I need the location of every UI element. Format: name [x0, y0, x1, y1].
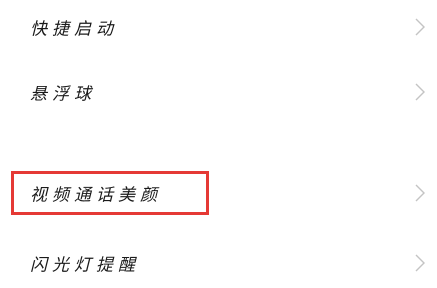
- settings-item-label: 视频通话美颜: [30, 185, 162, 206]
- settings-item-quick-launch[interactable]: 快捷启动: [0, 2, 437, 52]
- settings-item-label: 闪光灯提醒: [30, 255, 140, 276]
- chevron-right-icon: [415, 184, 425, 202]
- section-divider: [0, 128, 437, 162]
- settings-item-floating-ball[interactable]: 悬浮球: [0, 67, 437, 117]
- chevron-right-icon: [415, 254, 425, 272]
- settings-item-flash-reminder[interactable]: 闪光灯提醒: [0, 238, 437, 288]
- chevron-right-icon: [415, 18, 425, 36]
- settings-list: 快捷启动 悬浮球 视频通话美颜 闪光灯提醒: [0, 0, 437, 278]
- settings-item-video-call-beauty[interactable]: 视频通话美颜: [0, 168, 437, 218]
- settings-item-label: 悬浮球: [30, 84, 96, 105]
- chevron-right-icon: [415, 83, 425, 101]
- settings-item-label: 快捷启动: [30, 19, 118, 40]
